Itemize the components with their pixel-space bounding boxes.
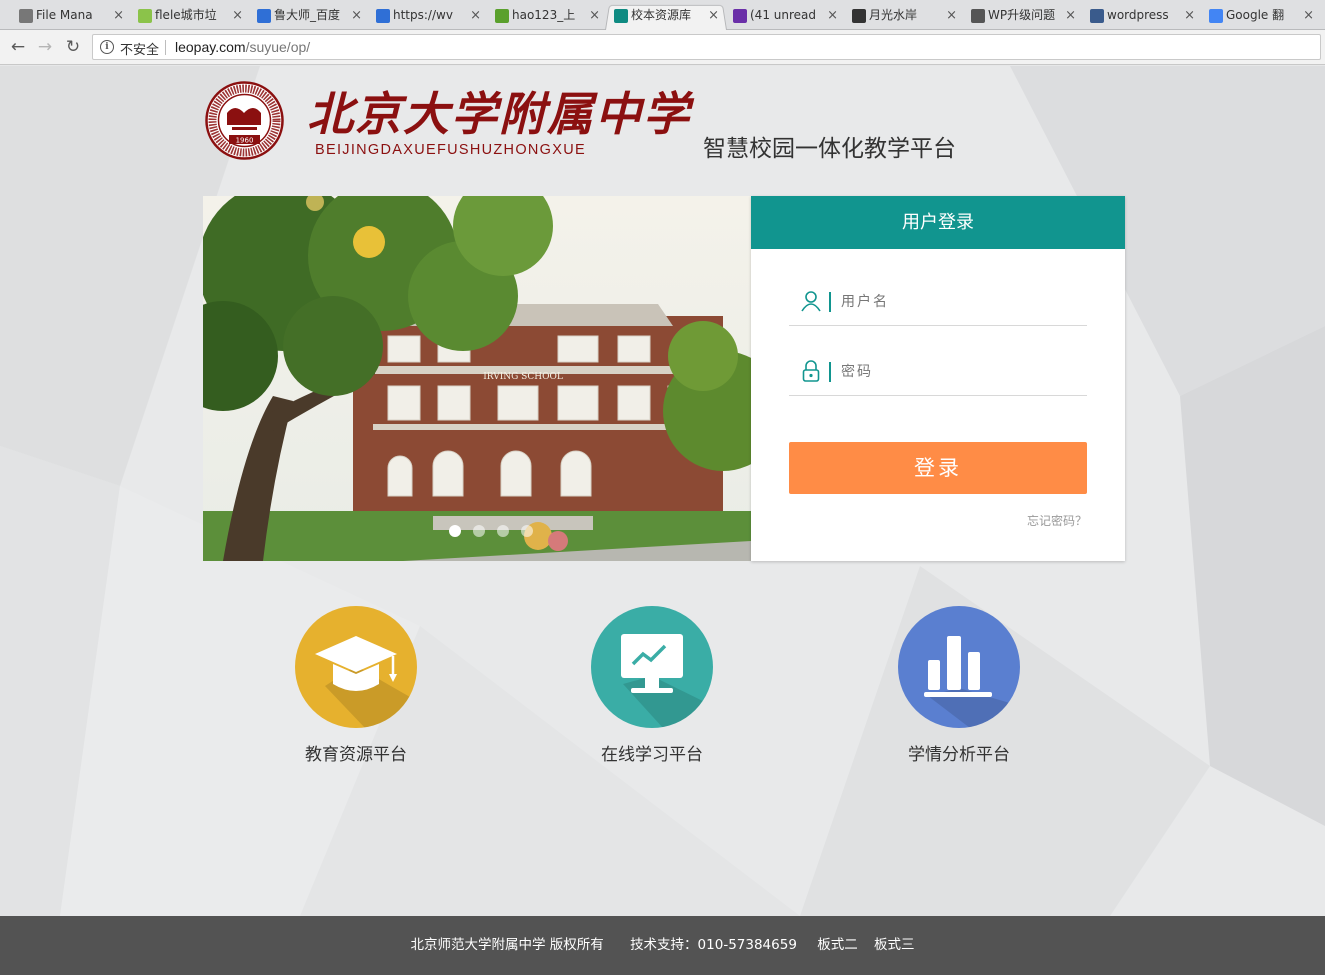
url-host: leopay.com	[175, 39, 246, 55]
platform-learning-analytics[interactable]: 学情分析平台	[859, 606, 1059, 765]
tab-close-icon[interactable]: ×	[1184, 3, 1195, 28]
platform-label: 教育资源平台	[305, 745, 407, 765]
password-field[interactable]	[789, 350, 1087, 396]
tab-close-icon[interactable]: ×	[946, 3, 957, 28]
reload-icon[interactable]: ↻	[62, 36, 84, 58]
url-path: /suyue/op/	[245, 39, 311, 55]
platform-label: 在线学习平台	[601, 745, 703, 765]
hao123-icon	[495, 9, 509, 23]
tab-title: https://wv	[393, 8, 453, 22]
slider-dot[interactable]	[497, 525, 509, 537]
monitor-chart-icon[interactable]	[591, 606, 713, 728]
tab-title: 月光水岸	[869, 8, 918, 22]
slider-dot[interactable]	[473, 525, 485, 537]
code-icon	[971, 9, 985, 23]
field-divider	[829, 362, 831, 382]
tab-title: wordpress	[1107, 8, 1169, 22]
user-icon	[801, 291, 821, 312]
graduation-cap-icon[interactable]	[295, 606, 417, 728]
footer-support: 技术支持：010-57384659	[630, 937, 797, 953]
address-bar[interactable]: i 不安全 leopay.com/suyue/op/	[92, 34, 1321, 60]
school-seal-logo: 1960	[205, 81, 284, 160]
forward-icon[interactable]: →	[34, 36, 56, 58]
campus-photo: IRVING SCHOOL	[203, 196, 751, 561]
tab-title: WP升级问题	[988, 8, 1056, 22]
school-icon	[614, 9, 628, 23]
browser-tab[interactable]: (41 unread ×	[724, 3, 846, 30]
fleur-icon	[1090, 9, 1104, 23]
browser-tab[interactable]: flele城市垃 ×	[129, 3, 251, 30]
tab-title: 校本资源库	[631, 8, 692, 22]
slider-dot[interactable]	[449, 525, 461, 537]
tab-close-icon[interactable]: ×	[1065, 3, 1076, 28]
login-title: 用户登录	[751, 196, 1125, 249]
platform-label: 学情分析平台	[908, 745, 1010, 765]
footer-layout-link-2[interactable]: 板式二	[817, 937, 858, 953]
baidu-paw-icon	[257, 9, 271, 23]
footer: 北京师范大学附属中学 版权所有 技术支持：010-57384659 板式二 板式…	[0, 916, 1325, 975]
google-translate-icon	[1209, 9, 1223, 23]
tab-close-icon[interactable]: ×	[351, 3, 362, 28]
tab-title: 鲁大师_百度	[274, 8, 341, 22]
info-icon[interactable]: i	[100, 40, 114, 54]
tab-close-icon[interactable]: ×	[589, 3, 600, 28]
bar-chart-icon[interactable]	[898, 606, 1020, 728]
browser-tab[interactable]: 校本资源库 ×	[605, 3, 727, 30]
platform-online-learning[interactable]: 在线学习平台	[552, 606, 752, 765]
school-name-pinyin: BEIJINGDAXUEFUSHUZHONGXUE	[315, 142, 586, 158]
security-label[interactable]: 不安全	[120, 39, 159, 58]
tab-close-icon[interactable]: ×	[1303, 3, 1314, 28]
browser-toolbar: ← → ↻ i 不安全 leopay.com/suyue/op/	[0, 30, 1325, 65]
tab-title: hao123_上	[512, 8, 576, 22]
svg-text:1960: 1960	[236, 137, 254, 145]
browser-tab[interactable]: 月光水岸 ×	[843, 3, 965, 30]
tab-title: flele城市垃	[155, 8, 217, 22]
login-button[interactable]: 登录	[789, 442, 1087, 494]
username-field[interactable]	[789, 280, 1087, 326]
tab-close-icon[interactable]: ×	[470, 3, 481, 28]
tab-close-icon[interactable]: ×	[708, 3, 719, 28]
mail-icon	[733, 9, 747, 23]
browser-tab[interactable]: 鲁大师_百度 ×	[248, 3, 370, 30]
svg-text:IRVING SCHOOL: IRVING SCHOOL	[483, 372, 563, 382]
tab-title: (41 unread	[750, 8, 816, 22]
tab-close-icon[interactable]: ×	[232, 3, 243, 28]
browser-tab[interactable]: hao123_上 ×	[486, 3, 608, 30]
tab-title: File Mana	[36, 8, 93, 22]
baidu-paw-icon	[376, 9, 390, 23]
moon-site-icon	[852, 9, 866, 23]
chat-icon	[138, 9, 152, 23]
school-name-calligraphy: 北京大学附属中学	[307, 87, 691, 141]
file-manager-icon	[19, 9, 33, 23]
browser-tab[interactable]: Google 翻 ×	[1200, 3, 1322, 30]
field-divider	[829, 292, 831, 312]
footer-copyright: 北京师范大学附属中学 版权所有	[410, 937, 604, 953]
url-text[interactable]: leopay.com/suyue/op/	[175, 39, 310, 55]
username-input[interactable]	[841, 288, 1071, 316]
tab-title: Google 翻	[1226, 8, 1285, 22]
slider-dot[interactable]	[521, 525, 533, 537]
lock-icon	[802, 360, 820, 382]
platform-education-resources[interactable]: 教育资源平台	[256, 606, 456, 765]
browser-tab[interactable]: WP升级问题 ×	[962, 3, 1084, 30]
browser-tab[interactable]: File Mana ×	[10, 3, 132, 30]
browser-tab[interactable]: https://wv ×	[367, 3, 489, 30]
campus-image-slider[interactable]: IRVING SCHOOL	[203, 196, 751, 561]
browser-tab-bar: File Mana × flele城市垃 × 鲁大师_百度 × https://wv × hao…	[0, 0, 1325, 30]
tab-close-icon[interactable]: ×	[113, 3, 124, 28]
footer-layout-link-3[interactable]: 板式三	[874, 937, 915, 953]
browser-tab[interactable]: wordpress ×	[1081, 3, 1203, 30]
forgot-password-link[interactable]: 忘记密码？	[1027, 512, 1087, 529]
back-icon[interactable]: ←	[7, 36, 29, 58]
platform-title: 智慧校园一体化教学平台	[703, 136, 956, 162]
divider	[165, 40, 166, 55]
login-panel: 用户登录 登录 忘记密码？	[751, 196, 1125, 561]
tab-close-icon[interactable]: ×	[827, 3, 838, 28]
password-input[interactable]	[841, 358, 1071, 386]
